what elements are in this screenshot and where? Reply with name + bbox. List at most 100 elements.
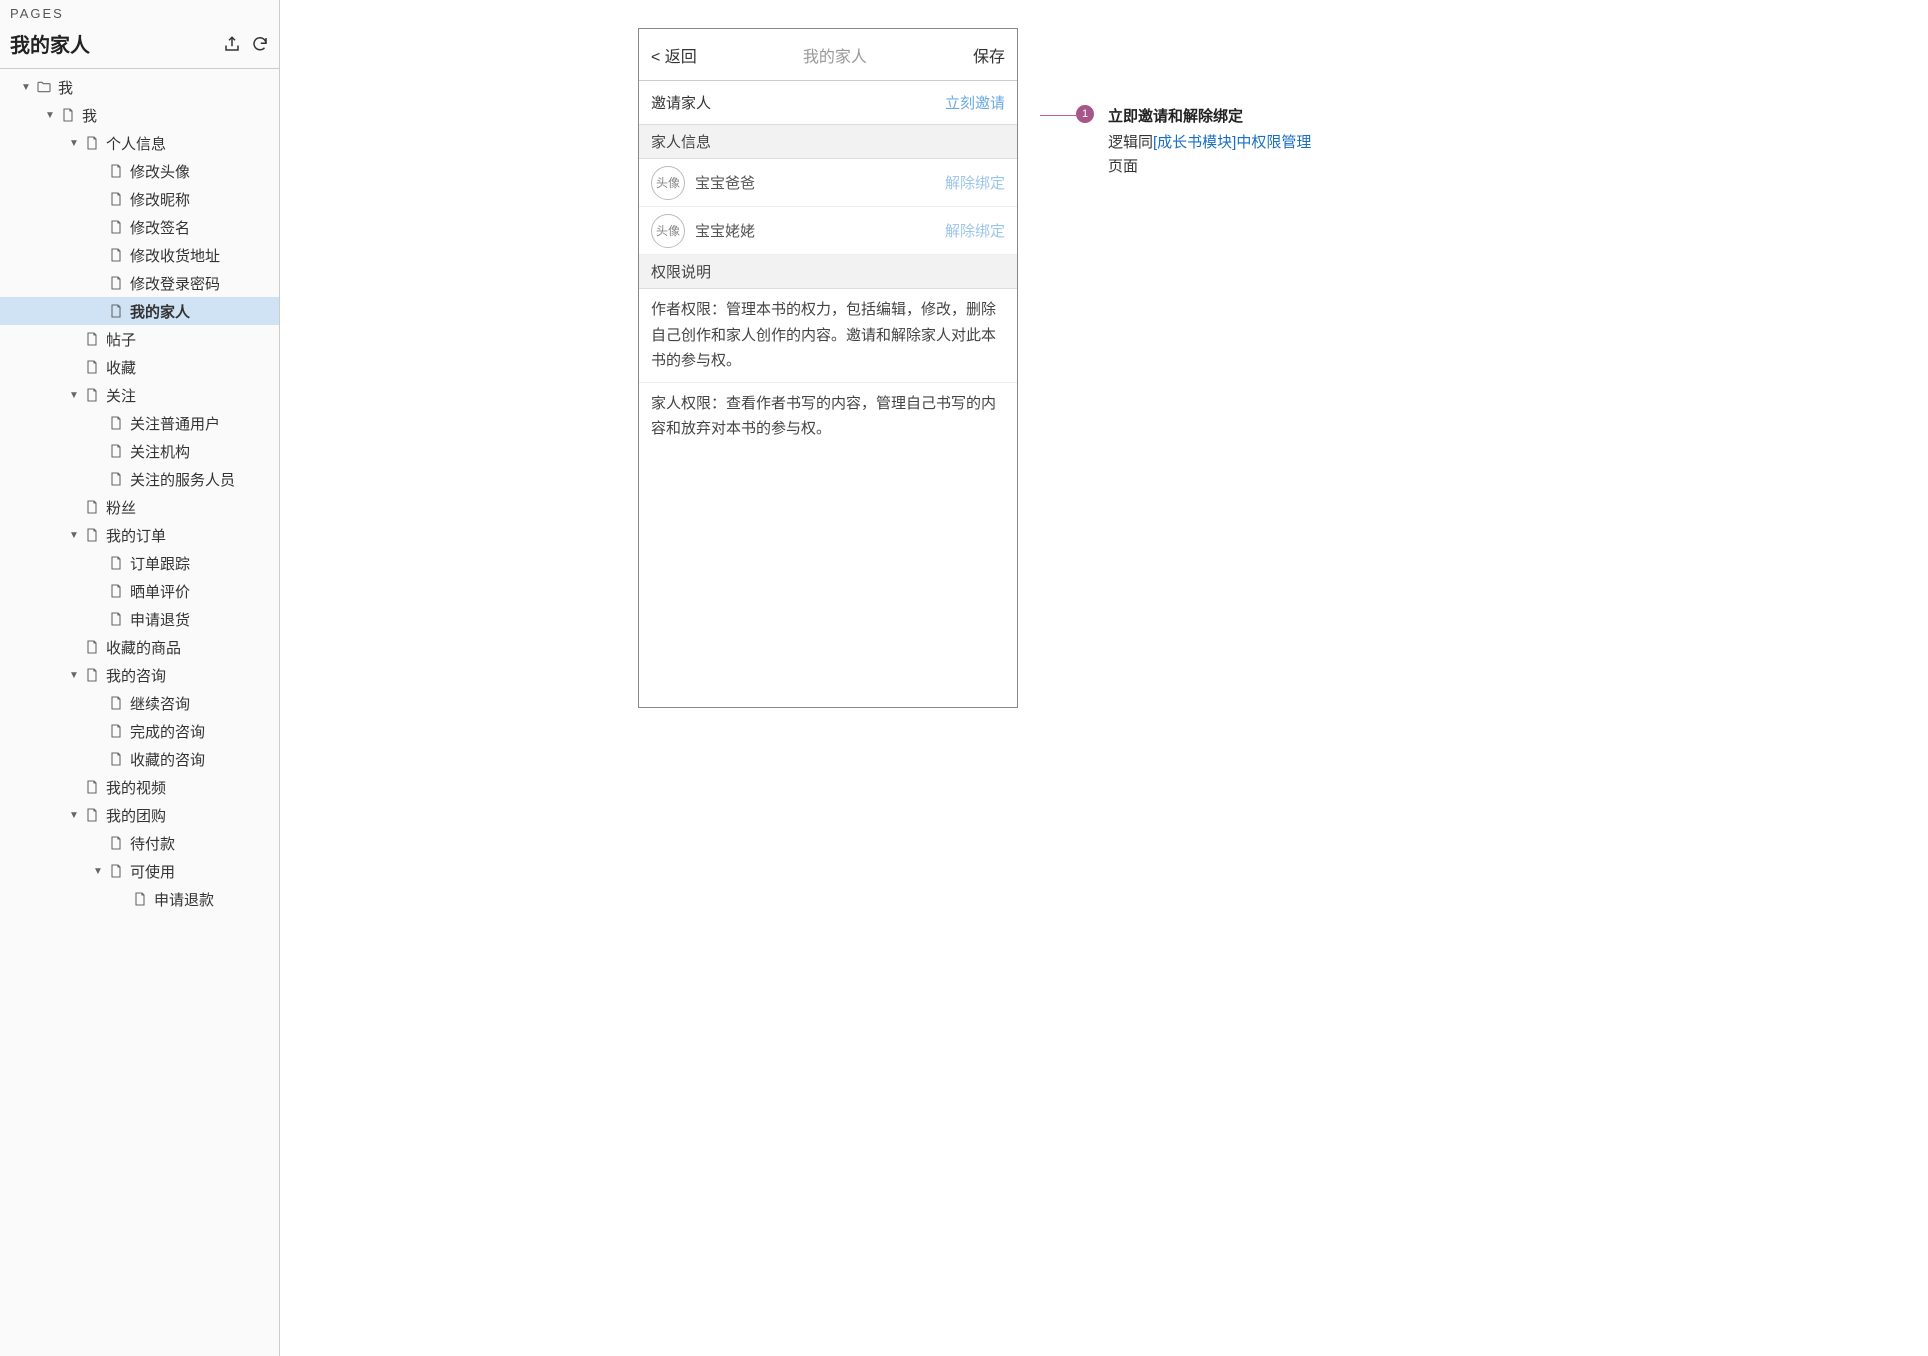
tree-item[interactable]: 申请退款	[0, 885, 279, 913]
tree-item[interactable]: 帖子	[0, 325, 279, 353]
app-root: PAGES 我的家人 ▼我▼我▼个人信息修改头像修改昵称修改签名修改收货地址修改…	[0, 0, 1928, 1356]
tree-item[interactable]: 我的家人	[0, 297, 279, 325]
unbind-link[interactable]: 解除绑定	[945, 172, 1005, 193]
page-icon	[84, 639, 100, 655]
tree-item[interactable]: 修改签名	[0, 213, 279, 241]
tree-item[interactable]: 修改收货地址	[0, 241, 279, 269]
tree-item[interactable]: ▼我的订单	[0, 521, 279, 549]
tree-item[interactable]: 收藏	[0, 353, 279, 381]
tree-item-label: 修改收货地址	[130, 245, 279, 266]
tree-item[interactable]: 完成的咨询	[0, 717, 279, 745]
tree-item[interactable]: 我的视频	[0, 773, 279, 801]
tree-item-label: 粉丝	[106, 497, 279, 518]
tree-item[interactable]: 关注普通用户	[0, 409, 279, 437]
tree-item[interactable]: 晒单评价	[0, 577, 279, 605]
page-icon	[108, 303, 124, 319]
tree-item[interactable]: 继续咨询	[0, 689, 279, 717]
tree-item-label: 我的咨询	[106, 665, 279, 686]
page-icon	[108, 163, 124, 179]
tree-item-label: 修改登录密码	[130, 273, 279, 294]
design-canvas: < 返回 我的家人 保存 邀请家人 立刻邀请 家人信息 头像 宝宝爸爸 解除绑定…	[280, 0, 1928, 1356]
family-info-header: 家人信息	[639, 125, 1017, 159]
tree-caret-icon[interactable]: ▼	[68, 670, 80, 681]
page-icon	[84, 135, 100, 151]
page-icon	[108, 695, 124, 711]
page-icon	[60, 107, 76, 123]
share-icon[interactable]	[223, 35, 241, 53]
tree-item[interactable]: 关注机构	[0, 437, 279, 465]
tree-item-label: 修改签名	[130, 217, 279, 238]
tree-caret-icon[interactable]: ▼	[68, 390, 80, 401]
page-icon	[84, 387, 100, 403]
annotation-badge[interactable]: 1	[1076, 105, 1094, 123]
tree-caret-icon[interactable]: ▼	[68, 138, 80, 149]
annotation-body-link[interactable]: [成长书模块]中权限管理	[1153, 134, 1311, 151]
tree-item-label: 帖子	[106, 329, 279, 350]
back-button[interactable]: < 返回	[651, 43, 697, 67]
family-row: 头像 宝宝爸爸 解除绑定	[639, 159, 1017, 207]
tree-item-label: 关注普通用户	[130, 413, 279, 434]
tree-item[interactable]: 修改头像	[0, 157, 279, 185]
tree-item-label: 关注	[106, 385, 279, 406]
annotation-title: 立即邀请和解除绑定	[1108, 105, 1318, 129]
page-icon	[132, 891, 148, 907]
sidebar-title-actions	[223, 35, 269, 53]
page-icon	[108, 275, 124, 291]
mock-phone-frame: < 返回 我的家人 保存 邀请家人 立刻邀请 家人信息 头像 宝宝爸爸 解除绑定…	[638, 28, 1018, 708]
page-title: 我的家人	[803, 43, 867, 67]
tree-item[interactable]: 订单跟踪	[0, 549, 279, 577]
tree-item[interactable]: 粉丝	[0, 493, 279, 521]
tree-item[interactable]: 申请退货	[0, 605, 279, 633]
tree-caret-icon[interactable]: ▼	[92, 866, 104, 877]
tree-item-label: 关注的服务人员	[130, 469, 279, 490]
invite-now-link[interactable]: 立刻邀请	[945, 92, 1005, 113]
family-row-left: 头像 宝宝爸爸	[651, 166, 755, 200]
tree-item-label: 我的团购	[106, 805, 279, 826]
tree-item[interactable]: ▼可使用	[0, 857, 279, 885]
page-icon	[84, 331, 100, 347]
page-icon	[108, 415, 124, 431]
page-icon	[108, 723, 124, 739]
tree-item[interactable]: 修改昵称	[0, 185, 279, 213]
annotation-body-prefix: 逻辑同	[1108, 134, 1153, 151]
family-name: 宝宝爸爸	[695, 172, 755, 193]
tree-item[interactable]: 收藏的商品	[0, 633, 279, 661]
permission-header: 权限说明	[639, 255, 1017, 289]
avatar: 头像	[651, 214, 685, 248]
tree-caret-icon[interactable]: ▼	[44, 110, 56, 121]
tree-item-label: 收藏的商品	[106, 637, 279, 658]
save-button[interactable]: 保存	[973, 43, 1005, 67]
tree-item[interactable]: 收藏的咨询	[0, 745, 279, 773]
tree-item[interactable]: ▼我	[0, 101, 279, 129]
refresh-icon[interactable]	[251, 35, 269, 53]
page-icon	[108, 219, 124, 235]
page-icon	[108, 443, 124, 459]
tree-item[interactable]: 待付款	[0, 829, 279, 857]
tree-item-label: 晒单评价	[130, 581, 279, 602]
tree-item[interactable]: 关注的服务人员	[0, 465, 279, 493]
page-icon	[108, 191, 124, 207]
page-icon	[108, 555, 124, 571]
tree-item-label: 申请退货	[130, 609, 279, 630]
sidebar-title-row: 我的家人	[0, 25, 279, 69]
sidebar-title: 我的家人	[10, 29, 90, 58]
tree-item[interactable]: 修改登录密码	[0, 269, 279, 297]
tree-caret-icon[interactable]: ▼	[68, 530, 80, 541]
unbind-link[interactable]: 解除绑定	[945, 220, 1005, 241]
tree-item[interactable]: ▼ 我的咨询	[0, 661, 279, 689]
tree-item[interactable]: ▼个人信息	[0, 129, 279, 157]
tree-item-label: 收藏的咨询	[130, 749, 279, 770]
tree-item[interactable]: ▼ 关注	[0, 381, 279, 409]
tree-item[interactable]: ▼ 我的团购	[0, 801, 279, 829]
tree-item-label: 订单跟踪	[130, 553, 279, 574]
tree-item[interactable]: ▼我	[0, 73, 279, 101]
tree-caret-icon[interactable]: ▼	[20, 82, 32, 93]
tree-caret-icon[interactable]: ▼	[68, 810, 80, 821]
annotation-connector-line	[1040, 115, 1076, 116]
annotation-body: 逻辑同[成长书模块]中权限管理页面	[1108, 131, 1318, 179]
pages-sidebar: PAGES 我的家人 ▼我▼我▼个人信息修改头像修改昵称修改签名修改收货地址修改…	[0, 0, 280, 1356]
page-icon	[84, 807, 100, 823]
tree-item-label: 我	[82, 105, 279, 126]
page-icon	[108, 247, 124, 263]
page-tree[interactable]: ▼我▼我▼个人信息修改头像修改昵称修改签名修改收货地址修改登录密码我的家人帖子收…	[0, 69, 279, 1356]
